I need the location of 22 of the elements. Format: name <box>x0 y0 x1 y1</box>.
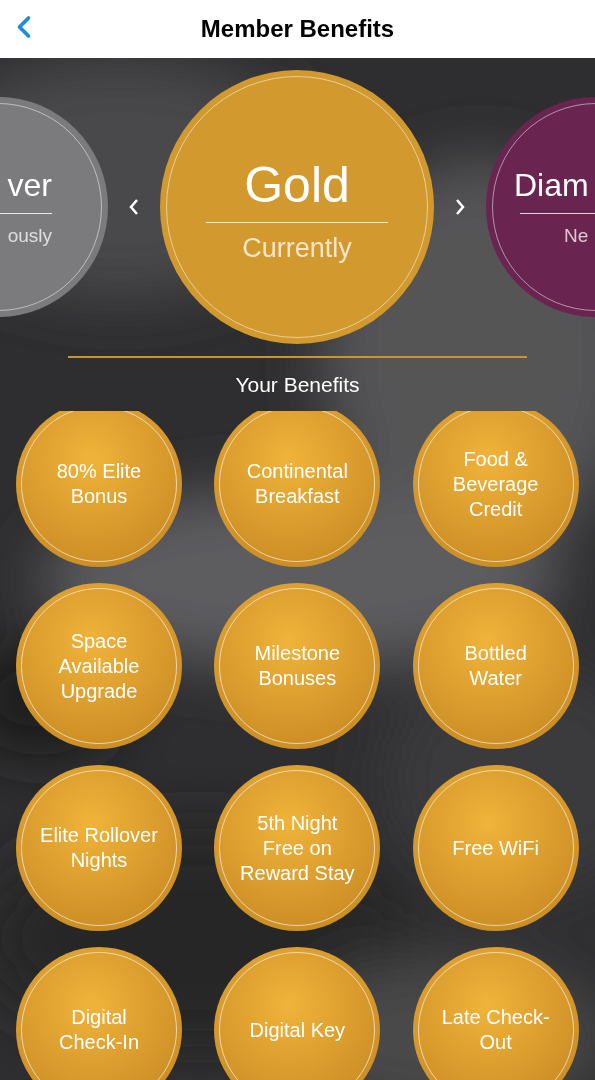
benefit-label: Free WiFi <box>452 835 539 861</box>
benefit-label: Elite Rollover Nights <box>40 823 158 873</box>
benefit-label: Food & Beverage Credit <box>452 446 539 522</box>
benefit-label: Digital Key <box>249 1017 346 1043</box>
chevron-right-icon[interactable] <box>454 198 466 216</box>
page-title: Member Benefits <box>200 14 395 44</box>
tier-name: ver <box>7 169 52 201</box>
tier-status: ously <box>7 226 52 245</box>
tier-name: Gold <box>244 160 350 210</box>
benefit-label: Digital Check-In <box>59 1005 139 1055</box>
section-title: Your Benefits <box>235 371 360 398</box>
chevron-left-icon[interactable] <box>128 198 140 216</box>
benefit-label: 5th Night Free on Reward Stay <box>240 810 355 886</box>
benefit-label: Bottled Water <box>464 641 527 691</box>
tier-status: Ne <box>563 226 589 245</box>
benefit-label: Milestone Bonuses <box>254 641 341 691</box>
benefit-label: Late Check- Out <box>441 1005 550 1055</box>
tier-name: Diam <box>514 169 589 201</box>
tier-status: Currently <box>242 235 352 262</box>
benefit-label: 80% Elite Bonus <box>56 459 142 509</box>
benefit-label: Continental Breakfast <box>246 459 348 509</box>
benefit-label: Space Available Upgrade <box>58 628 140 704</box>
